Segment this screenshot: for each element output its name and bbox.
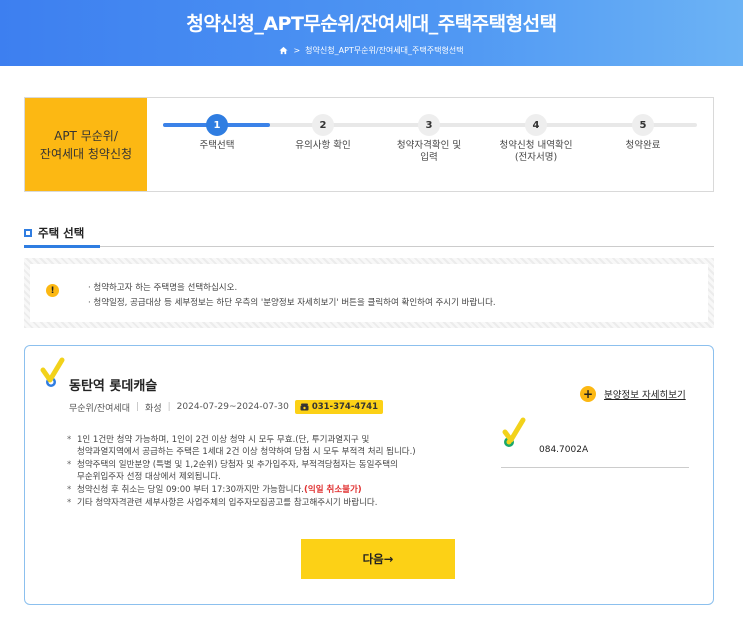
check-icon[interactable] bbox=[501, 416, 533, 448]
rule-item: 청약주택의 일반분양 (특별 및 1,2순위) 당첨자 및 추가입주자, 부적격… bbox=[67, 459, 487, 483]
home-icon[interactable] bbox=[279, 46, 289, 55]
step-label: 유의사항 확인 bbox=[295, 140, 351, 151]
step-2: 2 유의사항 확인 bbox=[268, 114, 378, 152]
step-1: 1 주택선택 bbox=[162, 114, 272, 152]
notice-box: ! · 청약하고자 하는 주택명을 선택하십시오. · 청약일정, 공급대상 등… bbox=[24, 258, 714, 328]
warning-icon: ! bbox=[46, 284, 59, 297]
region: 화성 bbox=[145, 403, 162, 414]
apartment-card[interactable]: 동탄역 롯데캐슬 무순위/잔여세대 | 화성 | 2024-07-29~2024… bbox=[24, 345, 714, 605]
section-divider-accent bbox=[24, 245, 100, 248]
step-label: 청약신청 내역확인 (전자서명) bbox=[499, 140, 573, 163]
step-number: 3 bbox=[418, 114, 440, 136]
rule-item: 기타 청약자격관련 세부사항은 사업주체의 입주자모집공고를 참고해주시기 바랍… bbox=[67, 497, 487, 509]
notice-line: · 청약일정, 공급대상 등 세부정보는 하단 우측의 '분양정보 자세히보기'… bbox=[88, 298, 496, 308]
check-icon[interactable] bbox=[37, 356, 69, 388]
page-title: 청약신청_APT무순위/잔여세대_주택주택형선택 bbox=[186, 13, 557, 35]
notice-line: · 청약하고자 하는 주택명을 선택하십시오. bbox=[88, 283, 238, 293]
step-label: 청약완료 bbox=[625, 140, 661, 151]
cancel-warning: (익일 취소불가) bbox=[304, 485, 362, 495]
phone-badge: 031-374-4741 bbox=[294, 400, 384, 414]
page-header: 청약신청_APT무순위/잔여세대_주택주택형선택 > 청약신청_APT무순위/잔… bbox=[0, 0, 743, 66]
step-3: 3 청약자격확인 및 입력 bbox=[374, 114, 484, 164]
step-number: 5 bbox=[632, 114, 654, 136]
apartment-name[interactable]: 동탄역 롯데캐슬 bbox=[69, 375, 157, 394]
step-progress-label: APT 무순위/ 잔여세대 청약신청 bbox=[25, 98, 147, 191]
housing-type-code: 084.7002A bbox=[539, 445, 589, 455]
detail-info-label: 분양정보 자세히보기 bbox=[604, 390, 686, 401]
step-label: 주택선택 bbox=[199, 140, 235, 151]
section-divider bbox=[24, 246, 714, 247]
next-button[interactable]: 다음→ bbox=[301, 539, 455, 579]
breadcrumb-current: 청약신청_APT무순위/잔여세대_주택주택형선택 bbox=[305, 46, 464, 55]
housing-type-option[interactable]: 084.7002A bbox=[501, 417, 689, 468]
rule-item: 청약신청 후 취소는 당일 09:00 부터 17:30까지만 가능합니다.(익… bbox=[67, 484, 487, 496]
step-label: 청약자격확인 및 입력 bbox=[396, 140, 462, 163]
step-number: 1 bbox=[206, 114, 228, 136]
step-progress: APT 무순위/ 잔여세대 청약신청 1 주택선택 2 유의사항 확인 3 청약… bbox=[24, 97, 714, 192]
rules-list: 1인 1건만 청약 가능하며, 1인이 2건 이상 청약 시 모두 무효.(단,… bbox=[67, 434, 487, 510]
section-title: 주택 선택 bbox=[24, 225, 84, 241]
apartment-meta: 무순위/잔여세대 | 화성 | 2024-07-29~2024-07-30 03… bbox=[69, 400, 384, 414]
step-number: 4 bbox=[525, 114, 547, 136]
step-5: 5 청약완료 bbox=[588, 114, 698, 152]
step-number: 2 bbox=[312, 114, 334, 136]
application-period: 2024-07-29~2024-07-30 bbox=[176, 402, 289, 412]
rule-item: 1인 1건만 청약 가능하며, 1인이 2건 이상 청약 시 모두 무효.(단,… bbox=[67, 434, 487, 458]
breadcrumb: > 청약신청_APT무순위/잔여세대_주택주택형선택 bbox=[0, 45, 743, 56]
phone-icon bbox=[300, 403, 309, 411]
step-4: 4 청약신청 내역확인 (전자서명) bbox=[481, 114, 591, 164]
supply-type: 무순위/잔여세대 bbox=[69, 403, 130, 414]
detail-info-link[interactable]: + 분양정보 자세히보기 bbox=[580, 386, 686, 402]
plus-icon: + bbox=[580, 386, 596, 402]
square-bullet-icon bbox=[24, 229, 32, 237]
breadcrumb-separator: > bbox=[293, 46, 301, 55]
